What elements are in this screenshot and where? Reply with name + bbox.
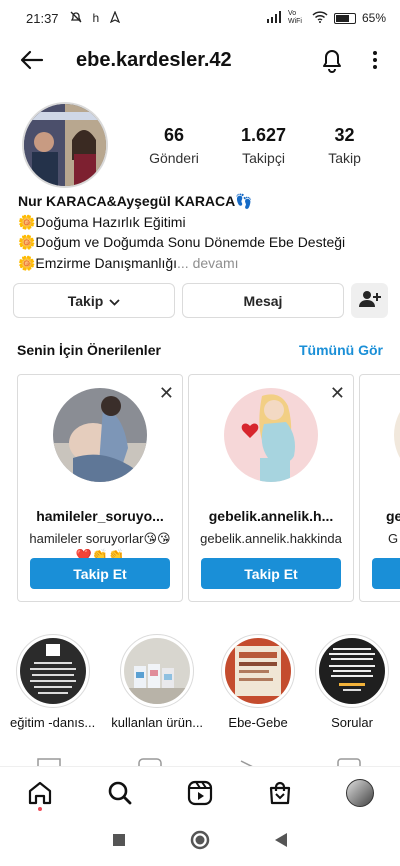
highlight-label: Ebe-Gebe	[228, 715, 288, 730]
posts-label: Gönderi	[149, 149, 199, 166]
mute-icon	[69, 10, 83, 27]
chevron-down-icon	[109, 293, 120, 309]
suggestion-cards: ✕ hamileler_soruyo... hamileler soruyorl…	[17, 374, 400, 602]
home-circle-icon[interactable]	[190, 830, 210, 855]
suggestion-username[interactable]: hamileler_soruyo...	[18, 508, 182, 524]
highlight-label: eğitim -danıs...	[10, 715, 96, 730]
suggestion-avatar[interactable]	[53, 388, 147, 482]
profile-content-tabs	[0, 754, 400, 766]
suggestion-username[interactable]: ge	[360, 508, 400, 524]
system-navigation-bar	[0, 818, 400, 866]
more-options-icon[interactable]	[368, 46, 382, 74]
story-highlights: eğitim -danıs... kullanlan ürün... Ebe-G…	[10, 634, 400, 730]
add-user-icon	[358, 290, 381, 311]
bio-more-link[interactable]: ... devamı	[177, 255, 238, 271]
vowifi-label: Vo WiFi	[287, 10, 302, 25]
home-icon[interactable]	[20, 773, 60, 813]
suggestions-title: Senin İçin Önerilenler	[17, 342, 161, 358]
close-icon[interactable]: ✕	[330, 383, 345, 404]
highlight-label: Sorular	[331, 715, 373, 730]
suggestions-header: Senin İçin Önerilenler Tümünü Gör	[17, 342, 383, 358]
message-label: Mesaj	[243, 292, 283, 309]
posts-stat[interactable]: 66 Gönderi	[149, 125, 199, 166]
profile-bio: Nur KARACA&Ayşegül KARACA👣 🌼Doğuma Hazır…	[18, 191, 388, 273]
see-all-link[interactable]: Tümünü Gör	[299, 342, 383, 358]
following-stat[interactable]: 32 Takip	[328, 125, 361, 166]
following-count: 32	[334, 124, 355, 145]
posts-count: 66	[163, 124, 184, 145]
follow-suggestion-button[interactable]	[372, 558, 400, 589]
followers-label: Takipçi	[242, 149, 285, 166]
profile-topbar: ebe.kardesler.42	[0, 40, 400, 80]
suggestion-card[interactable]: ✕ hamileler_soruyo... hamileler soruyorl…	[17, 374, 183, 602]
following-label: Takip	[328, 149, 361, 166]
highlight-item[interactable]: Sorular	[313, 634, 391, 730]
follow-suggestion-button[interactable]: Takip Et	[30, 558, 170, 589]
back-arrow-icon[interactable]	[18, 46, 46, 74]
suggestion-card[interactable]: ge G	[359, 374, 400, 602]
follow-suggestion-button[interactable]: Takip Et	[201, 558, 341, 589]
battery-percent: 65%	[361, 11, 386, 25]
bottom-navigation	[0, 766, 400, 818]
signal-icon	[266, 10, 282, 26]
follow-label: Takip	[67, 292, 104, 309]
profile-actions: Takip Mesaj	[13, 283, 388, 318]
shop-icon[interactable]	[260, 773, 300, 813]
highlight-item[interactable]: Ebe-Gebe	[219, 634, 297, 730]
suggestion-card[interactable]: ✕ gebelik.annelik.h... gebelik.annelik.h…	[188, 374, 354, 602]
profile-username: ebe.kardesler.42	[76, 48, 232, 71]
profile-tab-avatar[interactable]	[340, 773, 380, 813]
notification-dot	[38, 806, 42, 811]
wifi-icon	[312, 10, 328, 26]
highlight-cover	[225, 638, 292, 704]
follow-button[interactable]: Takip	[13, 283, 175, 318]
suggestion-avatar[interactable]	[224, 388, 318, 482]
message-button[interactable]: Mesaj	[182, 283, 344, 318]
reels-icon[interactable]	[180, 773, 220, 813]
bio-name: Nur KARACA&Ayşegül KARACA👣	[18, 193, 253, 209]
highlight-item[interactable]: kullanlan ürün...	[111, 634, 203, 730]
nav-arrow-icon	[109, 9, 121, 26]
highlight-cover	[124, 638, 191, 704]
highlight-item[interactable]: eğitim -danıs...	[10, 634, 95, 730]
status-bar: 21:37 h Vo WiFi 65%	[0, 0, 400, 36]
bio-line: 🌼Emzirme Danışmanlığı	[18, 254, 178, 271]
suggestion-avatar[interactable]	[394, 388, 400, 482]
battery-icon	[333, 12, 356, 24]
close-icon[interactable]: ✕	[159, 383, 174, 404]
h-icon: h	[92, 11, 100, 25]
status-time: 21:37	[26, 10, 59, 26]
back-triangle-icon[interactable]	[274, 832, 288, 853]
highlight-cover	[19, 638, 86, 704]
search-icon[interactable]	[100, 773, 140, 813]
bio-line: 🌼Doğuma Hazırlık Eğitimi	[18, 213, 186, 230]
bio-line: 🌼Doğum ve Doğumda Sonu Dönemde Ebe Deste…	[18, 234, 346, 250]
notification-bell-icon[interactable]	[318, 46, 346, 74]
my-avatar	[346, 778, 374, 807]
highlight-label: kullanlan ürün...	[111, 715, 204, 730]
followers-stat[interactable]: 1.627 Takipçi	[241, 125, 286, 166]
recent-apps-icon[interactable]	[112, 833, 126, 852]
add-user-button[interactable]	[351, 283, 388, 318]
suggestion-username[interactable]: gebelik.annelik.h...	[189, 508, 353, 524]
profile-avatar[interactable]	[22, 102, 108, 188]
profile-header: 66 Gönderi 1.627 Takipçi 32 Takip	[22, 102, 382, 188]
followers-count: 1.627	[241, 124, 287, 145]
highlight-cover	[319, 638, 386, 704]
